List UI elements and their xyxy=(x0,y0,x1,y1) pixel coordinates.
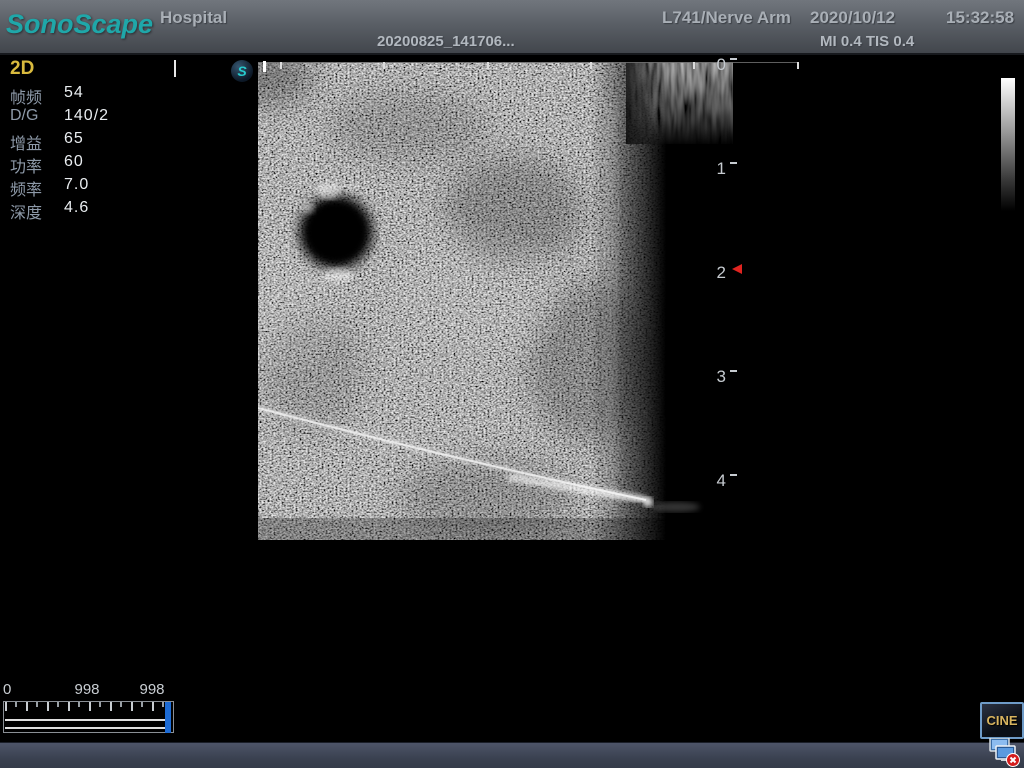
focus-position-marker[interactable] xyxy=(732,264,742,274)
ruler-tick xyxy=(383,62,385,69)
depth-tick-3: 3 xyxy=(700,367,726,387)
cine-current-frame: 998 xyxy=(62,681,112,698)
param-value: 65 xyxy=(64,130,84,148)
depth-tick-2: 2 xyxy=(700,263,726,283)
network-disconnected-icon[interactable] xyxy=(987,738,1021,767)
param-row-frequency: 频率 7.0 xyxy=(0,176,160,199)
param-label: 功率 xyxy=(10,153,42,177)
param-value: 60 xyxy=(64,153,84,171)
bottom-taskbar xyxy=(0,742,1024,768)
depth-tick-0: 0 xyxy=(700,55,726,75)
date-display: 2020/10/12 xyxy=(810,8,895,28)
depth-tick-1: 1 xyxy=(700,159,726,179)
time-display: 15:32:58 xyxy=(946,8,1014,28)
mi-tis-display: MI 0.4 TIS 0.4 xyxy=(820,33,914,50)
param-row-gain: 增益 65 xyxy=(0,130,160,153)
depth-tick-dash xyxy=(730,370,737,372)
ruler-tick xyxy=(590,62,592,69)
param-value: 7.0 xyxy=(64,176,89,194)
text-cursor-mark xyxy=(174,60,176,77)
orientation-marker-icon: S xyxy=(231,60,253,82)
cine-button[interactable]: CINE xyxy=(980,702,1024,739)
ruler-tick xyxy=(797,62,799,69)
cine-position-handle[interactable] xyxy=(165,702,171,733)
ruler-origin-tick xyxy=(263,61,266,72)
param-label: 增益 xyxy=(10,130,42,154)
probe-preset: L741/Nerve Arm xyxy=(662,8,791,28)
depth-tick-dash xyxy=(730,474,737,476)
param-label: D/G xyxy=(10,107,38,125)
mode-label-2d: 2D xyxy=(10,58,34,80)
param-row-dg: D/G 140/2 xyxy=(0,107,160,130)
cine-ruler-subticks xyxy=(15,702,168,707)
cine-total-frames: 998 xyxy=(127,681,177,698)
param-row-depth: 深度 4.6 xyxy=(0,199,160,222)
brand-logo: SonoScape xyxy=(6,9,153,40)
depth-tick-dash xyxy=(730,162,737,164)
gray-map-bar xyxy=(1001,78,1015,218)
depth-tick-dash xyxy=(730,58,737,60)
param-value: 140/2 xyxy=(64,107,109,125)
ultrasound-screen: SonoScape Hospital 20200825_141706... L7… xyxy=(0,0,1024,768)
ruler-tick xyxy=(487,62,489,69)
param-label: 帧频 xyxy=(10,84,42,108)
exam-id: 20200825_141706... xyxy=(377,33,515,50)
ultrasound-b-mode-image[interactable] xyxy=(258,62,733,540)
depth-tick-4: 4 xyxy=(700,471,726,491)
param-label: 频率 xyxy=(10,176,42,200)
cine-track-lines xyxy=(5,719,168,729)
param-value: 54 xyxy=(64,84,84,102)
param-value: 4.6 xyxy=(64,199,89,217)
hospital-name: Hospital xyxy=(160,8,227,28)
param-row-power: 功率 60 xyxy=(0,153,160,176)
param-row-framerate: 帧频 54 xyxy=(0,84,160,107)
ruler-tick xyxy=(693,62,695,69)
vertical-artifact-streak xyxy=(604,97,618,517)
ruler-tick xyxy=(280,62,282,69)
param-label: 深度 xyxy=(10,199,42,223)
cine-start-frame: 0 xyxy=(3,681,11,698)
